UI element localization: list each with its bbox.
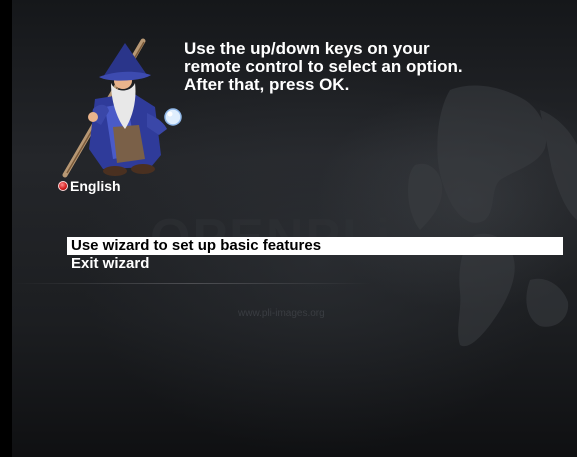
menu-item-use-wizard[interactable]: Use wizard to set up basic features	[67, 237, 563, 255]
separator-line	[12, 283, 372, 284]
left-border	[0, 0, 12, 457]
instructions-text: Use the up/down keys on your remote cont…	[184, 39, 463, 94]
wizard-screen: OPENPLi www.pli-images.org Use the up/do…	[0, 0, 577, 457]
url-watermark: www.pli-images.org	[238, 308, 325, 319]
wizard-mascot-icon	[62, 38, 182, 178]
language-label: English	[70, 178, 121, 194]
red-dot-icon	[58, 181, 68, 191]
wizard-menu: Use wizard to set up basic features Exit…	[67, 237, 563, 273]
language-indicator[interactable]: English	[58, 178, 121, 194]
menu-item-exit-wizard[interactable]: Exit wizard	[67, 255, 563, 273]
